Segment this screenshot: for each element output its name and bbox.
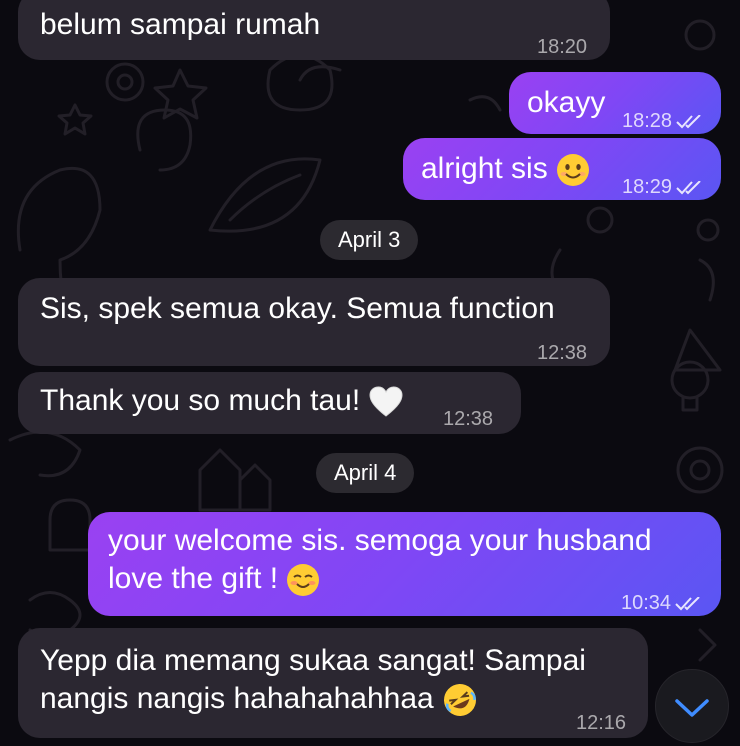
message-text: okayy (527, 86, 606, 119)
message-bubble-outgoing[interactable]: okayy 18:28 (509, 72, 721, 134)
message-time: 12:16 (576, 712, 627, 734)
message-time: 12:38 (537, 342, 588, 364)
message-time: 12:38 (443, 408, 494, 430)
date-separator: April 4 (316, 453, 415, 493)
message-bubble-incoming[interactable]: Thank you so much tau! 12:38 (18, 372, 521, 434)
message-text: alright sis (421, 150, 590, 188)
double-check-icon (676, 114, 701, 129)
message-bubble-incoming[interactable]: Sis, spek semua okay. Semua function 12:… (18, 278, 610, 366)
date-separator: April 3 (320, 220, 419, 260)
message-bubble-outgoing[interactable]: alright sis 18:29 (403, 138, 721, 200)
message-text: your welcome sis. semoga your husband lo… (108, 522, 652, 598)
message-text: Thank you so much tau! (40, 382, 403, 420)
message-time: 10:34 (621, 584, 703, 622)
message-time: 18:28 (622, 102, 704, 140)
message-text: belum sampai rumah (40, 8, 321, 41)
smiling-face-icon (557, 154, 590, 187)
white-heart-icon (369, 386, 403, 417)
scroll-to-bottom-button[interactable] (655, 669, 729, 743)
message-bubble-outgoing[interactable]: your welcome sis. semoga your husband lo… (88, 512, 721, 616)
double-check-icon (676, 180, 701, 195)
message-text: Sis, spek semua okay. Semua function (40, 292, 555, 325)
message-bubble-incoming[interactable]: Yepp dia memang sukaa sangat! Sampai nan… (18, 628, 648, 738)
chevron-down-icon (675, 699, 709, 717)
message-bubble-incoming[interactable]: belum sampai rumah 18:20 (18, 0, 610, 60)
message-text: Yepp dia memang sukaa sangat! Sampai nan… (40, 642, 586, 718)
double-check-icon (675, 596, 700, 611)
smiling-face-blush-icon (287, 564, 320, 597)
message-time: 18:29 (622, 168, 704, 206)
rolling-laughing-icon (444, 684, 477, 717)
message-time: 18:20 (537, 36, 588, 58)
